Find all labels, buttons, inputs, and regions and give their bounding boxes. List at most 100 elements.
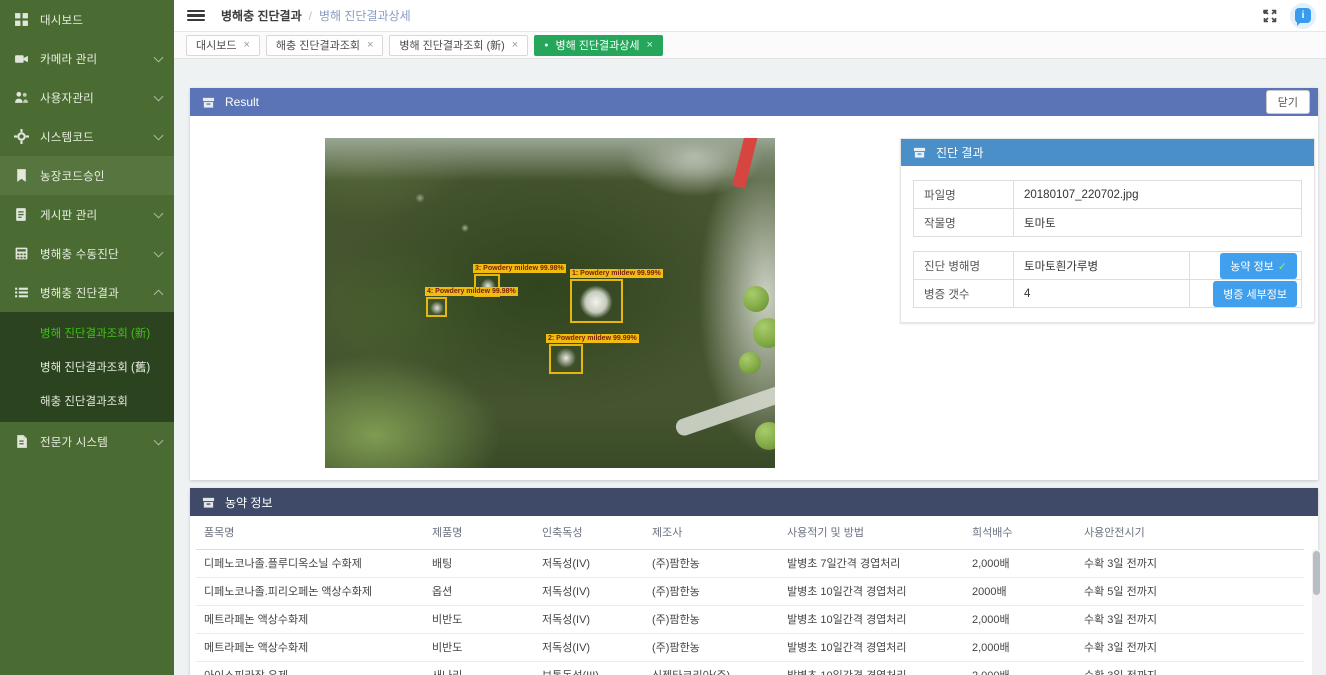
detection-box	[570, 279, 623, 323]
sidebar-item-manual-diagnosis[interactable]: 병해충 수동진단	[0, 234, 174, 273]
sidebar-item-label: 사용자관리	[40, 90, 155, 106]
result-panel: Result 닫기 1: Powdery mildew 99.99% 2: Po…	[190, 88, 1318, 480]
file-info-table: 파일명 20180107_220702.jpg 작물명 토마토	[913, 180, 1302, 237]
column-header: 제품명	[424, 516, 534, 549]
tab-bar: 대시보드 × 해충 진단결과조회 × 병해 진단결과조회 (新) × ● 병해 …	[174, 32, 1326, 59]
pesticide-info-panel: 농약 정보 품목명 제품명 인축독성 제조사 사용적기 및 방법 희	[190, 488, 1318, 675]
chevron-down-icon	[154, 435, 164, 445]
tab-close-icon[interactable]: ×	[646, 39, 652, 51]
breadcrumb-page: 병해 진단결과상세	[319, 7, 411, 24]
sidebar-subitem-disease-results-new[interactable]: 병해 진단결과조회 (新)	[0, 316, 174, 350]
table-cell: 수확 3일 전까지	[1076, 549, 1304, 577]
table-cell: 발병초 10일간격 경엽처리	[779, 577, 964, 605]
sidebar-item-diagnosis-results[interactable]: 병해충 진단결과	[0, 273, 174, 312]
close-button[interactable]: 닫기	[1266, 90, 1310, 114]
archive-icon	[202, 96, 215, 109]
pesticide-panel-header: 농약 정보	[190, 488, 1318, 516]
tab-close-icon[interactable]: ×	[512, 39, 518, 51]
photo-mildew-spots	[325, 138, 775, 468]
table-cell: 저독성(IV)	[534, 549, 644, 577]
info-icon: i	[1295, 8, 1311, 23]
table-cell: 발병초 10일간격 경엽처리	[779, 633, 964, 661]
table-row: 진단 병해명 토마토흰가루병 농약 정보✓	[914, 252, 1302, 280]
pesticide-info-button[interactable]: 농약 정보✓	[1220, 253, 1297, 279]
sidebar-subitem-label: 병해 진단결과조회 (新)	[40, 325, 150, 341]
symptom-detail-button[interactable]: 병증 세부정보	[1213, 281, 1297, 307]
sidebar-item-label: 농장코드승인	[40, 168, 162, 184]
sidebar-subitem-label: 병해 진단결과조회 (舊)	[40, 359, 150, 375]
active-dot-icon: ●	[544, 42, 548, 49]
info-button[interactable]: i	[1290, 3, 1316, 29]
top-header: 병해충 진단결과 / 병해 진단결과상세 i	[174, 0, 1326, 32]
sidebar-subitem-pest-results[interactable]: 해충 진단결과조회	[0, 384, 174, 418]
table-scrollbar	[1312, 549, 1321, 675]
table-row: 디페노코나졸.피리오페논 액상수화제 옵션 저독성(IV) (주)팜한농 발병초…	[196, 577, 1304, 605]
table-cell: 저독성(IV)	[534, 577, 644, 605]
main-content: Result 닫기 1: Powdery mildew 99.99% 2: Po…	[174, 59, 1326, 675]
sidebar-item-dashboard[interactable]: 대시보드	[0, 0, 174, 39]
pesticide-info-cell: 농약 정보✓	[1190, 252, 1302, 280]
detection-label: 4: Powdery mildew 99.98%	[425, 287, 518, 296]
tab-pest-results[interactable]: 해충 진단결과조회 ×	[266, 35, 383, 56]
detection-label: 3: Powdery mildew 99.98%	[473, 264, 566, 273]
table-row: 작물명 토마토	[914, 209, 1302, 237]
table-cell: 배팅	[424, 549, 534, 577]
scrollbar-thumb[interactable]	[1313, 551, 1320, 595]
table-row: 파일명 20180107_220702.jpg	[914, 181, 1302, 209]
table-cell: 아이소피라잠 유제	[196, 661, 424, 675]
sidebar-item-board[interactable]: 게시판 관리	[0, 195, 174, 234]
table-cell: 수확 5일 전까지	[1076, 577, 1304, 605]
check-icon: ✓	[1278, 261, 1287, 273]
sidebar-item-camera[interactable]: 카메라 관리	[0, 39, 174, 78]
sidebar-item-users[interactable]: 사용자관리	[0, 78, 174, 117]
users-icon	[14, 90, 29, 105]
sidebar-subitem-disease-results-old[interactable]: 병해 진단결과조회 (舊)	[0, 350, 174, 384]
detection-box	[549, 344, 583, 374]
sidebar: 대시보드 카메라 관리 사용자관리 시스템코드 농장코드승인 게시판 관리	[0, 0, 174, 675]
sidebar-item-label: 병해충 진단결과	[40, 285, 155, 301]
board-icon	[14, 207, 29, 222]
archive-icon	[913, 146, 926, 159]
table-cell: 보통독성(III)	[534, 661, 644, 675]
disease-name-value: 토마토흰가루병	[1014, 252, 1190, 280]
tab-disease-results-new[interactable]: 병해 진단결과조회 (新) ×	[389, 35, 528, 56]
detection-label: 1: Powdery mildew 99.99%	[570, 269, 663, 278]
sidebar-item-label: 카메라 관리	[40, 51, 155, 67]
table-cell: 발병초 10일간격 경엽처리	[779, 661, 964, 675]
system-code-icon	[14, 129, 29, 144]
tab-disease-result-detail[interactable]: ● 병해 진단결과상세 ×	[534, 35, 663, 56]
sidebar-item-expert-system[interactable]: 전문가 시스템	[0, 422, 174, 461]
chevron-down-icon	[154, 91, 164, 101]
file-name-value: 20180107_220702.jpg	[1014, 181, 1302, 209]
tab-close-icon[interactable]: ×	[243, 39, 249, 51]
sidebar-item-farm-approval[interactable]: 농장코드승인	[0, 156, 174, 195]
table-cell: 디페노코나졸.피리오페논 액상수화제	[196, 577, 424, 605]
camera-icon	[14, 51, 29, 66]
tab-dashboard[interactable]: 대시보드 ×	[186, 35, 260, 56]
farm-approval-icon	[14, 168, 29, 183]
file-name-label: 파일명	[914, 181, 1014, 209]
table-cell: 메트라페논 액상수화제	[196, 605, 424, 633]
detection-box	[426, 297, 447, 317]
tab-label: 대시보드	[196, 37, 236, 53]
breadcrumb-separator: /	[309, 9, 312, 23]
pesticide-table: 품목명 제품명 인축독성 제조사 사용적기 및 방법 희석배수 사용안전시기 디…	[196, 516, 1304, 675]
pesticide-panel-title: 농약 정보	[225, 494, 273, 511]
chevron-down-icon	[154, 130, 164, 140]
table-cell: 2000배	[964, 577, 1076, 605]
diagnosis-photo: 1: Powdery mildew 99.99% 2: Powdery mild…	[325, 138, 775, 468]
disease-name-label: 진단 병해명	[914, 252, 1014, 280]
sidebar-item-system-code[interactable]: 시스템코드	[0, 117, 174, 156]
diagnosis-panel-header: 진단 결과	[901, 139, 1314, 166]
table-cell: (주)팜한농	[644, 549, 779, 577]
table-cell: 발병초 7일간격 경엽처리	[779, 549, 964, 577]
fullscreen-icon[interactable]	[1262, 8, 1278, 24]
table-cell: 옵션	[424, 577, 534, 605]
table-cell: 디페노코나졸.플루디옥소닐 수화제	[196, 549, 424, 577]
symptom-count-value: 4	[1014, 280, 1190, 308]
chevron-up-icon	[154, 290, 164, 300]
tab-label: 병해 진단결과조회 (新)	[399, 37, 504, 53]
tab-close-icon[interactable]: ×	[367, 39, 373, 51]
manual-diagnosis-icon	[14, 246, 29, 261]
menu-toggle-icon[interactable]	[187, 10, 205, 22]
